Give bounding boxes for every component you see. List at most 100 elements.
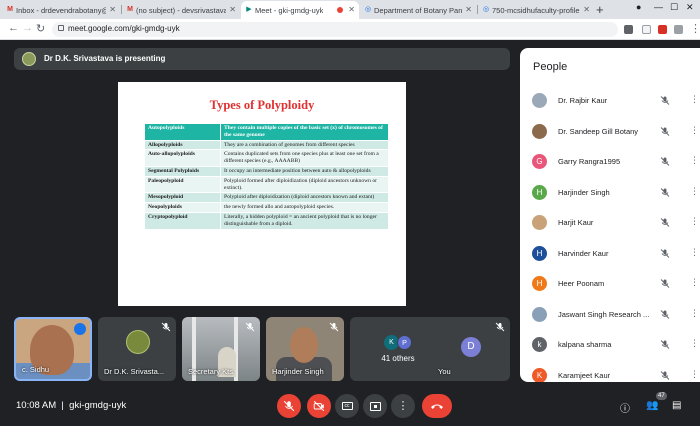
tab-meet[interactable]: ▶ Meet - gki-gmdg-uyk ✕ xyxy=(241,1,359,19)
avatar: k xyxy=(532,337,547,352)
person-name: Garry Rangra1995 xyxy=(558,157,621,166)
people-list-item[interactable]: K Karamjeet Kaur ⋮ xyxy=(520,361,700,382)
mic-off-icon xyxy=(660,279,670,288)
people-icon[interactable]: 👥 xyxy=(646,400,658,411)
close-icon[interactable]: ✕ xyxy=(229,5,236,14)
participant-tile-secretary[interactable]: Secretary Kts xyxy=(182,317,260,381)
table-row: Auto-allopolyploids Contains duplicated … xyxy=(144,149,389,167)
mic-off-icon xyxy=(329,322,339,332)
meeting-code-text: gki-gmdg-uyk xyxy=(69,400,127,411)
participant-tile-dk-srivastava[interactable]: Dr D.K. Srivasta... xyxy=(98,317,176,381)
avatar xyxy=(532,215,547,230)
shared-slide: Types of Polyploidy Autopolyploids They … xyxy=(118,82,406,306)
people-list-item[interactable]: k kalpana sharma ⋮ xyxy=(520,330,700,360)
more-vert-icon[interactable]: ⋮ xyxy=(690,186,699,197)
people-list-item[interactable]: Harjit Kaur ⋮ xyxy=(520,208,700,238)
more-vert-icon[interactable]: ⋮ xyxy=(690,369,699,380)
maximize-icon[interactable]: ☐ xyxy=(670,2,678,13)
minimize-icon[interactable]: — xyxy=(654,2,663,12)
avatar xyxy=(532,123,547,139)
avatar: D xyxy=(461,337,481,357)
chat-icon[interactable]: ▤ xyxy=(672,400,681,411)
more-vert-icon[interactable]: ⋮ xyxy=(690,247,699,258)
more-vert-icon[interactable]: ⋮ xyxy=(690,155,699,166)
table-row: Paleopolyploid Polyploid formed after di… xyxy=(144,175,389,194)
meeting-clock: 10:08 AM | gki-gmdg-uyk xyxy=(16,400,127,411)
more-vert-icon[interactable]: ⋮ xyxy=(690,22,700,35)
more-vert-icon[interactable]: ⋮ xyxy=(690,94,699,105)
table-cell-term: Neopolyploids xyxy=(144,202,221,213)
reload-icon[interactable]: ↻ xyxy=(36,22,45,35)
avatar: G xyxy=(532,154,547,169)
tab-botany-department[interactable]: ◎ Department of Botany Pan ✕ xyxy=(360,1,476,19)
more-vert-icon[interactable]: ⋮ xyxy=(690,125,699,136)
participant-tile-self[interactable]: D You xyxy=(432,317,510,381)
profile-icon[interactable]: ● xyxy=(636,2,641,12)
people-list-item[interactable]: H Heer Poonam ⋮ xyxy=(520,269,700,299)
table-row: Mesopolyploid Polyploid after diploidiza… xyxy=(144,192,389,204)
extensions-icon[interactable] xyxy=(674,25,683,34)
participant-tile-sidhu[interactable]: c. Sidhu xyxy=(14,317,92,381)
people-panel-title: People xyxy=(533,61,568,73)
people-list-item[interactable]: Dr. Rajbir Kaur ⋮ xyxy=(520,86,700,116)
tab-gmail-no-subject[interactable]: M (no subject) - devsrivastava ✕ xyxy=(122,1,240,19)
table-row: Cryptopolyploid Literally, a hidden poly… xyxy=(144,211,389,230)
table-cell-definition: the newly formed allo and autopolyploid … xyxy=(220,202,389,213)
person-name: Harvinder Kaur xyxy=(558,248,609,258)
camera-off-icon xyxy=(313,400,325,412)
meeting-controls-bar: 10:08 AM | gki-gmdg-uyk cc ⋮ ⓘ 👥 47 ▤ xyxy=(0,388,700,426)
mic-toggle-button[interactable] xyxy=(277,394,301,418)
close-icon[interactable]: ✕ xyxy=(583,5,590,14)
presenter-avatar xyxy=(22,52,36,66)
table-header-row: Autopolyploids They contain multiple cop… xyxy=(144,123,389,141)
person-name: Harjit Kaur xyxy=(558,218,594,227)
captions-button[interactable]: cc xyxy=(335,394,359,418)
mic-off-icon xyxy=(660,370,670,380)
more-vert-icon[interactable]: ⋮ xyxy=(690,277,699,288)
close-icon[interactable]: ✕ xyxy=(109,5,116,14)
more-vert-icon[interactable]: ⋮ xyxy=(690,216,699,227)
info-icon[interactable]: ⓘ xyxy=(620,400,630,415)
gmail-icon: M xyxy=(127,6,133,13)
close-icon[interactable]: ✕ xyxy=(348,5,355,14)
people-list-item[interactable]: Jaswant Singh Research ... ⋮ xyxy=(520,300,700,330)
time-text: 10:08 AM xyxy=(16,400,57,411)
table-row: Allopolyploids They are a combination of… xyxy=(144,139,389,151)
close-icon[interactable]: ✕ xyxy=(465,5,472,14)
table-cell-term: Autopolyploids xyxy=(144,123,221,141)
more-vert-icon[interactable]: ⋮ xyxy=(690,308,699,319)
forward-arrow-icon[interactable]: → xyxy=(22,22,33,34)
new-tab-button[interactable]: + xyxy=(596,2,604,17)
people-list-item[interactable]: Dr. Sandeep Gill Botany ⋮ xyxy=(520,117,700,147)
avatar: P xyxy=(397,335,412,350)
avatar xyxy=(532,306,547,322)
tab-gmail-inbox[interactable]: M Inbox - drdevendrabotany@ ✕ xyxy=(2,1,120,19)
participant-tile-harjinder[interactable]: Harjinder Singh xyxy=(266,317,344,381)
leave-call-button[interactable] xyxy=(422,394,452,418)
more-options-button[interactable]: ⋮ xyxy=(391,394,415,418)
tab-faculty-profile[interactable]: ◎ 750-mcsidhufaculty-profile ✕ xyxy=(478,1,594,19)
camera-indicator-icon[interactable] xyxy=(624,25,633,34)
mic-off-icon xyxy=(660,187,670,197)
table-cell-term: Auto-allopolyploids xyxy=(144,149,221,167)
pdf-extension-icon[interactable] xyxy=(658,25,667,34)
present-now-button[interactable] xyxy=(363,394,387,418)
people-list-item[interactable]: H Harjinder Singh ⋮ xyxy=(520,178,700,208)
mic-off-icon xyxy=(660,248,670,258)
people-list-item[interactable]: H Harvinder Kaur ⋮ xyxy=(520,239,700,269)
people-list-item[interactable]: G Garry Rangra1995 ⋮ xyxy=(520,147,700,177)
mic-off-icon xyxy=(245,322,255,332)
star-icon[interactable] xyxy=(642,25,651,34)
person-name: Jaswant Singh Research ... xyxy=(558,309,650,319)
meet-icon: ▶ xyxy=(246,6,252,13)
mic-off-icon xyxy=(660,157,670,166)
mic-off-icon xyxy=(660,218,670,227)
table-cell-term: Cryptopolyploid xyxy=(144,211,221,230)
more-vert-icon[interactable]: ⋮ xyxy=(690,338,699,349)
back-arrow-icon[interactable]: ← xyxy=(8,22,19,34)
camera-toggle-button[interactable] xyxy=(307,394,331,418)
avatar: H xyxy=(532,276,547,291)
window-close-icon[interactable]: ✕ xyxy=(686,2,694,13)
address-bar[interactable]: meet.google.com/gki-gmdg-uyk xyxy=(52,22,618,37)
recording-dot-icon xyxy=(337,7,343,13)
